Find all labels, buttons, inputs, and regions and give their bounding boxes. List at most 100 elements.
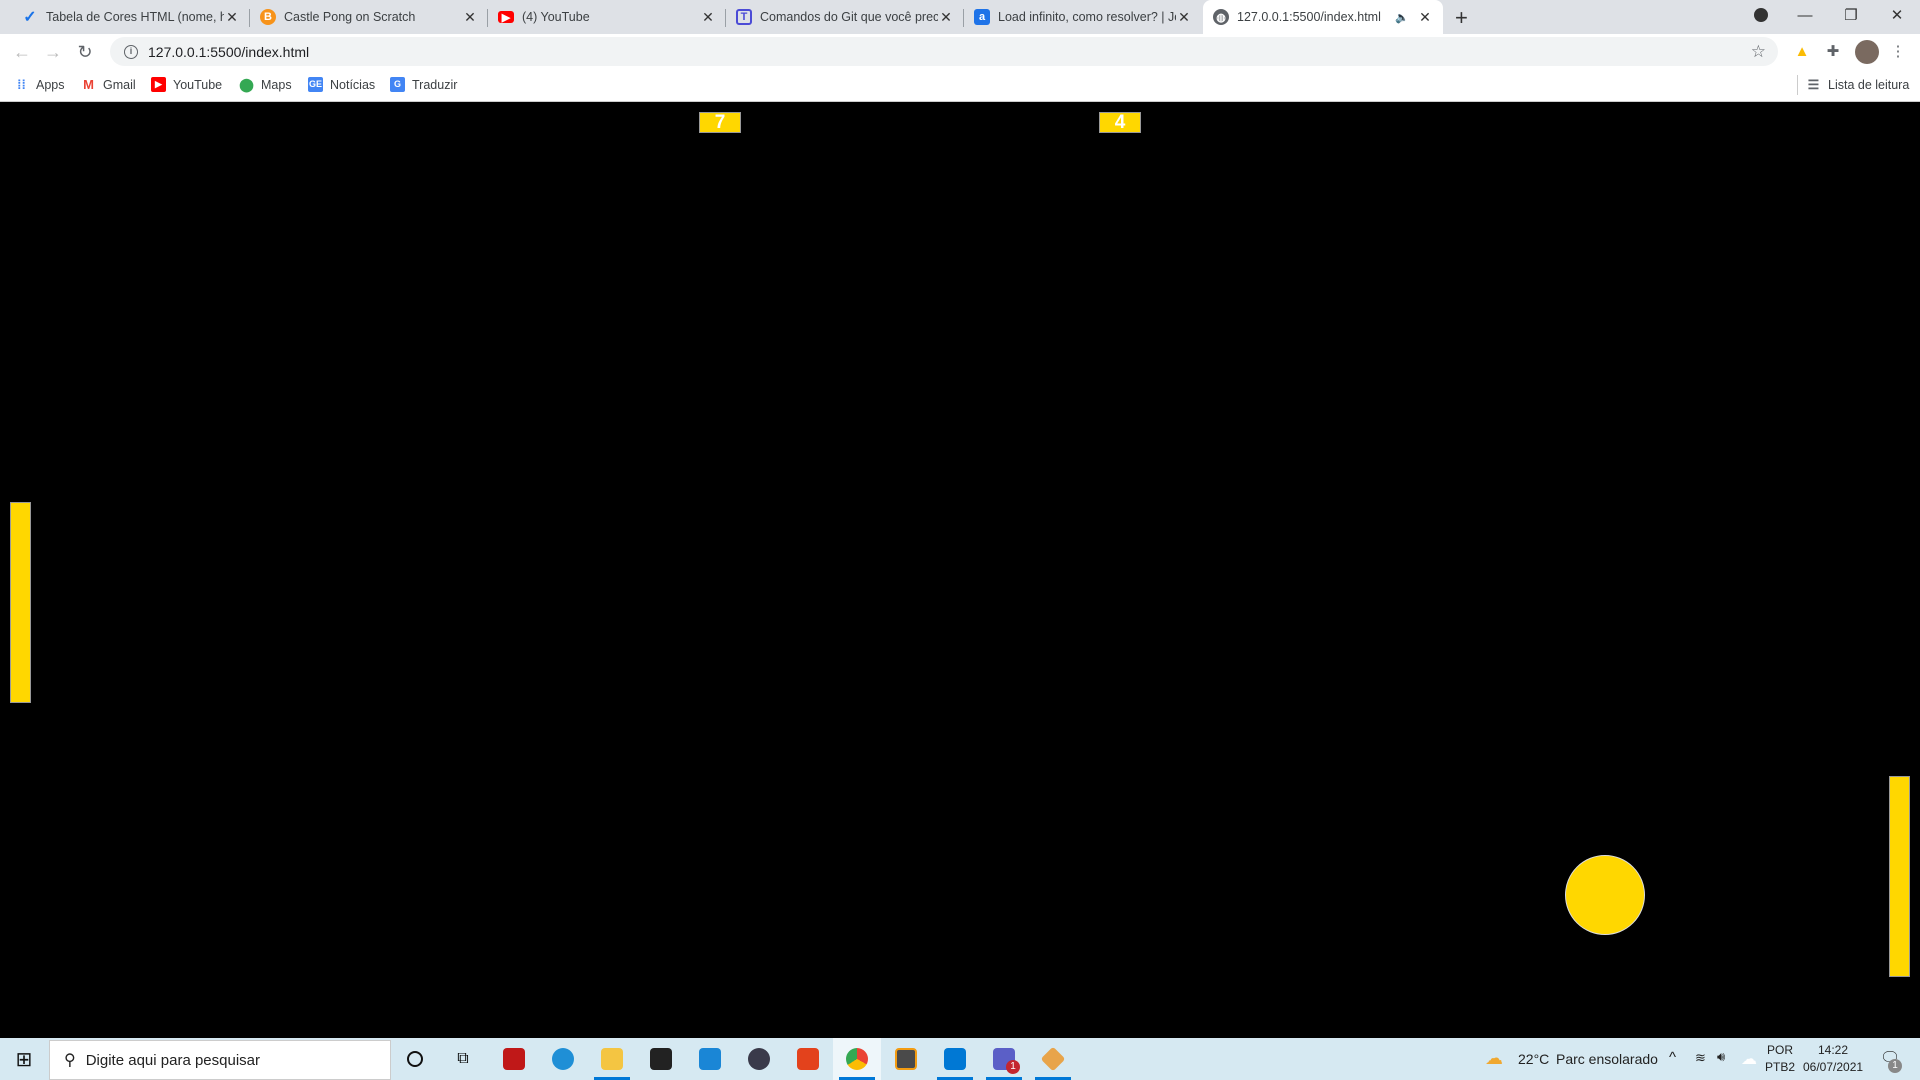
score-left: 7 xyxy=(699,112,741,133)
bookmark-label: Notícias xyxy=(330,77,376,92)
bookmark-apps[interactable]: ⁞⁞ Apps xyxy=(14,77,65,92)
chrome-icon[interactable] xyxy=(833,1038,881,1080)
google-drive-icon[interactable]: ▲ xyxy=(1792,42,1812,62)
tab-title: Tabela de Cores HTML (nome, hex xyxy=(46,10,224,24)
back-button[interactable]: ← xyxy=(10,40,34,64)
onedrive-icon[interactable]: ☁ xyxy=(1741,1049,1757,1069)
bookmark-label: Gmail xyxy=(103,77,136,92)
info-icon[interactable]: i xyxy=(124,44,138,59)
edge-icon[interactable] xyxy=(539,1038,587,1080)
bitcoin-like-icon: B xyxy=(260,9,276,25)
bookmark-label: Apps xyxy=(36,77,65,92)
divider xyxy=(1797,75,1798,95)
mail-icon[interactable] xyxy=(686,1038,734,1080)
bookmark-maps[interactable]: ⬤ Maps xyxy=(239,77,292,92)
maps-pin-icon: ⬤ xyxy=(239,77,254,92)
bookmark-youtube[interactable]: ▶ YouTube xyxy=(151,77,222,92)
keyboard-layout[interactable]: PTB2 xyxy=(1765,1060,1795,1074)
bookmark-label: Traduzir xyxy=(412,77,458,92)
browser-toolbar: ← → ↻ i 127.0.0.1:5500/index.html ☆ ▲ ✚ ⋮ xyxy=(0,34,1920,69)
tab-tabela-cores[interactable]: ✓ Tabela de Cores HTML (nome, hex ✕ xyxy=(12,0,250,34)
news-icon: GE xyxy=(308,77,323,92)
restore-button[interactable]: ❐ xyxy=(1828,0,1874,30)
reading-list-label: Lista de leitura xyxy=(1828,77,1910,92)
wifi-icon[interactable]: ≋ xyxy=(1695,1050,1706,1066)
tab-title: Comandos do Git que você precisa xyxy=(760,10,938,24)
bookmark-label: YouTube xyxy=(173,77,223,92)
tab-search-icon[interactable] xyxy=(1738,0,1784,30)
bookmark-noticias[interactable]: GE Notícias xyxy=(308,77,375,92)
reading-list-icon: ☰ xyxy=(1807,77,1820,92)
score-right: 4 xyxy=(1099,112,1141,133)
t-icon: T xyxy=(736,9,752,25)
ball xyxy=(1565,855,1645,935)
office-icon[interactable] xyxy=(784,1038,832,1080)
firefox-like-icon[interactable] xyxy=(735,1038,783,1080)
tab-index-active[interactable]: ◍ 127.0.0.1:5500/index.html 🔈 ✕ xyxy=(1203,0,1443,34)
bookmarks-bar: ⁞⁞ Apps M Gmail ▶ YouTube ⬤ Maps GE Notícias … xyxy=(0,69,1920,102)
sublime-text-icon[interactable] xyxy=(882,1038,930,1080)
youtube-icon: ▶ xyxy=(151,77,166,92)
tab-castle-pong[interactable]: B Castle Pong on Scratch ✕ xyxy=(250,0,488,34)
close-tab-icon[interactable]: ✕ xyxy=(938,9,954,26)
apps-grid-icon: ⁞⁞ xyxy=(17,77,26,92)
windows-taskbar: ⊞ ⚲ Digite aqui para pesquisar ⧉ 1 ☁ 22°C… xyxy=(0,1038,1920,1080)
show-hidden-icons-chevron[interactable]: ^ xyxy=(1669,1049,1676,1066)
notification-count: 1 xyxy=(1888,1059,1902,1073)
search-icon: ⚲ xyxy=(64,1052,76,1069)
clock-date[interactable]: 06/07/2021 xyxy=(1803,1060,1863,1074)
close-tab-icon[interactable]: ✕ xyxy=(1417,9,1433,26)
bookmark-label: Maps xyxy=(261,77,292,92)
tab-bar: ✓ Tabela de Cores HTML (nome, hex ✕ B Castl… xyxy=(0,0,1920,34)
close-tab-icon[interactable]: ✕ xyxy=(224,9,240,26)
address-bar[interactable]: i 127.0.0.1:5500/index.html ☆ xyxy=(110,37,1778,66)
extensions-puzzle-icon[interactable]: ✚ xyxy=(1823,42,1843,62)
audio-playing-icon[interactable]: 🔈 xyxy=(1395,11,1409,24)
microsoft-store-icon[interactable] xyxy=(637,1038,685,1080)
taskbar-search-input[interactable]: ⚲ Digite aqui para pesquisar xyxy=(49,1040,391,1080)
teams-badge: 1 xyxy=(1006,1060,1020,1074)
swoosh-icon: ✓ xyxy=(23,9,37,26)
language-indicator[interactable]: POR xyxy=(1767,1043,1793,1057)
clock-time[interactable]: 14:22 xyxy=(1818,1043,1848,1057)
cortana-icon[interactable] xyxy=(391,1038,439,1080)
alura-icon: a xyxy=(974,9,990,25)
start-windows-icon[interactable]: ⊞ xyxy=(0,1038,48,1080)
tab-title: Load infinito, como resolver? | Jo xyxy=(998,10,1176,24)
profile-avatar[interactable] xyxy=(1855,40,1879,64)
teams-icon[interactable]: 1 xyxy=(980,1038,1028,1080)
tab-load-infinito[interactable]: a Load infinito, como resolver? | Jo ✕ xyxy=(964,0,1202,34)
menu-kebab-icon[interactable]: ⋮ xyxy=(1888,42,1908,62)
bookmark-star-icon[interactable]: ☆ xyxy=(1751,42,1766,62)
tab-title: (4) YouTube xyxy=(522,10,590,24)
left-paddle xyxy=(10,502,31,703)
tab-title: 127.0.0.1:5500/index.html xyxy=(1237,10,1381,24)
close-tab-icon[interactable]: ✕ xyxy=(1176,9,1192,26)
volume-icon[interactable]: 🔊︎ xyxy=(1717,1049,1725,1065)
minimize-button[interactable]: — xyxy=(1782,0,1828,30)
bookmark-gmail[interactable]: M Gmail xyxy=(81,77,136,92)
search-placeholder: Digite aqui para pesquisar xyxy=(85,1051,260,1069)
new-tab-button[interactable]: + xyxy=(1455,5,1468,31)
tab-title: Castle Pong on Scratch xyxy=(284,10,416,24)
reload-button[interactable]: ↻ xyxy=(73,40,97,64)
bookmark-traduzir[interactable]: G Traduzir xyxy=(390,77,457,92)
task-view-icon[interactable]: ⧉ xyxy=(439,1038,487,1080)
tab-youtube[interactable]: ▶ (4) YouTube ✕ xyxy=(488,0,726,34)
pong-canvas[interactable]: 7 4 xyxy=(0,103,1920,1038)
weather-temp[interactable]: 22°C xyxy=(1518,1051,1549,1067)
right-paddle xyxy=(1889,776,1910,977)
vscode-icon[interactable] xyxy=(931,1038,979,1080)
reading-list-button[interactable]: ☰ Lista de leitura xyxy=(1806,77,1910,92)
file-explorer-icon[interactable] xyxy=(588,1038,636,1080)
close-window-button[interactable]: ✕ xyxy=(1874,0,1920,30)
weather-text[interactable]: Parc ensolarado xyxy=(1556,1051,1658,1067)
weather-icon[interactable]: ☁ xyxy=(1485,1048,1503,1069)
forward-button[interactable]: → xyxy=(41,40,65,64)
close-tab-icon[interactable]: ✕ xyxy=(462,9,478,26)
translate-icon: G xyxy=(390,77,405,92)
close-tab-icon[interactable]: ✕ xyxy=(700,9,716,26)
git-tool-icon[interactable] xyxy=(1029,1038,1077,1080)
mcafee-icon[interactable] xyxy=(490,1038,538,1080)
tab-comandos-git[interactable]: T Comandos do Git que você precisa ✕ xyxy=(726,0,964,34)
